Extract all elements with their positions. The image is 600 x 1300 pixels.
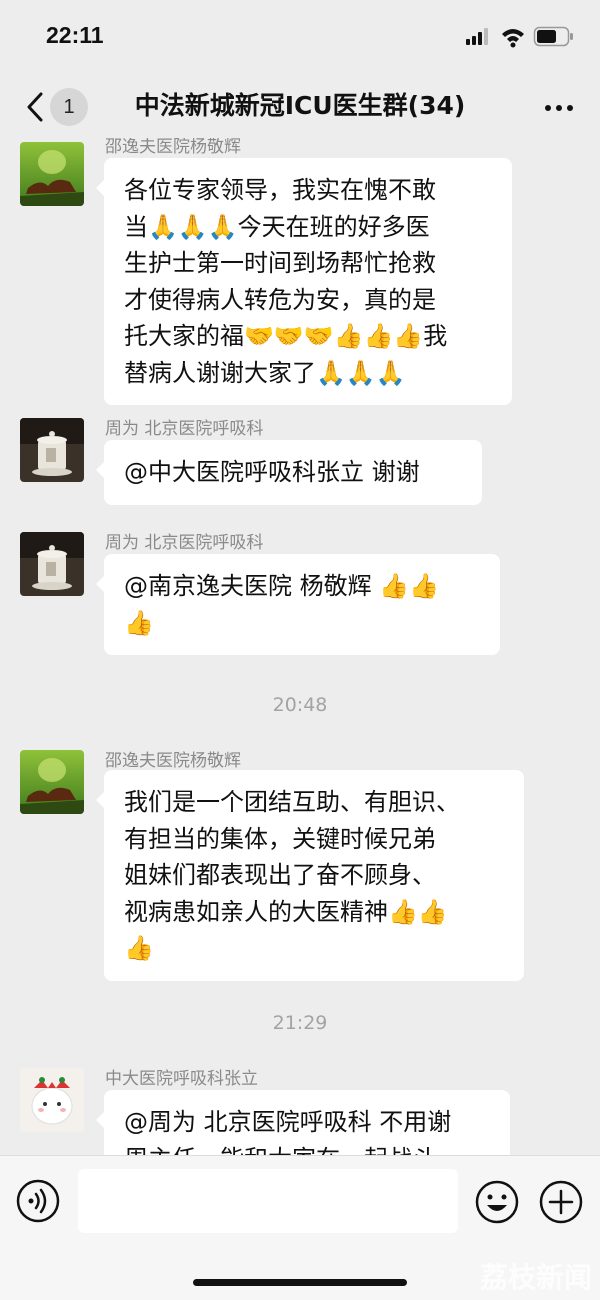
battery-icon (533, 26, 573, 47)
wifi-icon (502, 29, 524, 48)
message-line: 我们是一个团结互助、有胆识、 (124, 788, 460, 816)
sender-name: 中大医院呼吸科张立 (105, 1069, 258, 1089)
sender-name: 周为 北京医院呼吸科 (105, 533, 264, 553)
message-bubble[interactable]: @中大医院呼吸科张立 谢谢 (96, 440, 482, 505)
message-line: @周为 北京医院呼吸科 不用谢 (124, 1108, 452, 1136)
message-line: 托大家的福🤝🤝🤝👍👍👍我 (124, 322, 448, 350)
message-bubble[interactable]: @周为 北京医院呼吸科 不用谢 周主任，能和大家在一起战斗 (96, 1090, 510, 1156)
message-line: 视病患如亲人的大医精神👍👍 (124, 897, 448, 926)
message-bubble[interactable]: 各位专家领导，我实在愧不敢 当🙏🙏🙏今天在班的好多医 生护士第一时间到场帮忙抢救… (96, 158, 512, 405)
watermark: 荔枝新闻 (479, 1261, 592, 1294)
home-indicator (193, 1279, 407, 1286)
group-title: 中法新城新冠ICU医生群(34) (134, 91, 466, 120)
message-bubble[interactable]: @南京逸夫医院 杨敬辉 👍👍 👍 (96, 554, 500, 655)
message-line: 👍 (124, 608, 154, 637)
voice-icon[interactable] (16, 1179, 60, 1223)
status-time: 22:11 (46, 22, 104, 48)
sender-name: 邵逸夫医院杨敬辉 (105, 138, 241, 157)
message-bubble[interactable]: 我们是一个团结互助、有胆识、 有担当的集体，关键时候兄弟 姐妹们都表现出了奋不顾… (96, 770, 524, 981)
message-line: 有担当的集体，关键时候兄弟 (124, 824, 436, 853)
message-line: 替病人谢谢大家了🙏🙏🙏 (124, 358, 406, 387)
more-dots-icon[interactable] (544, 98, 574, 118)
message-line: 👍 (124, 934, 154, 962)
message-input[interactable] (78, 1169, 458, 1233)
avatar[interactable] (20, 1068, 84, 1132)
message-line: 当🙏🙏🙏今天在班的好多医 (124, 212, 430, 241)
chevron-left-icon[interactable] (22, 90, 52, 124)
input-bar: 荔枝新闻 (0, 1155, 600, 1300)
message-list[interactable]: 邵逸夫医院杨敬辉 各位专家领导，我实在愧不敢 当🙏🙏🙏今天在班的好多医 生护士第… (0, 138, 600, 1155)
message-line: 周主任，能和大家在一起战斗 (124, 1141, 490, 1156)
unread-badge[interactable]: 1 (50, 88, 88, 126)
avatar[interactable] (20, 142, 84, 206)
signal-icon (466, 28, 488, 45)
avatar[interactable] (20, 532, 84, 596)
status-bar: 22:11 (0, 0, 600, 76)
plus-icon[interactable] (538, 1179, 584, 1225)
avatar[interactable] (20, 418, 84, 482)
sender-name: 邵逸夫医院杨敬辉 (105, 751, 241, 771)
message-line: @中大医院呼吸科张立 谢谢 (124, 458, 420, 486)
sender-name: 周为 北京医院呼吸科 (105, 419, 264, 439)
message-line: 生护士第一时间到场帮忙抢救 (124, 249, 436, 277)
message-line: 姐妹们都表现出了奋不顾身、 (124, 861, 436, 889)
timestamp: 20:48 (272, 694, 328, 716)
message-line: 才使得病人转危为安，真的是 (124, 285, 436, 314)
timestamp: 21:29 (272, 1012, 328, 1034)
avatar[interactable] (20, 750, 84, 814)
status-icons (466, 26, 573, 48)
chat-header: 1 中法新城新冠ICU医生群(34) (0, 76, 600, 138)
message-line: 各位专家领导，我实在愧不敢 (124, 176, 436, 204)
smiley-icon[interactable] (474, 1179, 520, 1225)
message-line: @南京逸夫医院 杨敬辉 👍👍 (124, 572, 440, 600)
